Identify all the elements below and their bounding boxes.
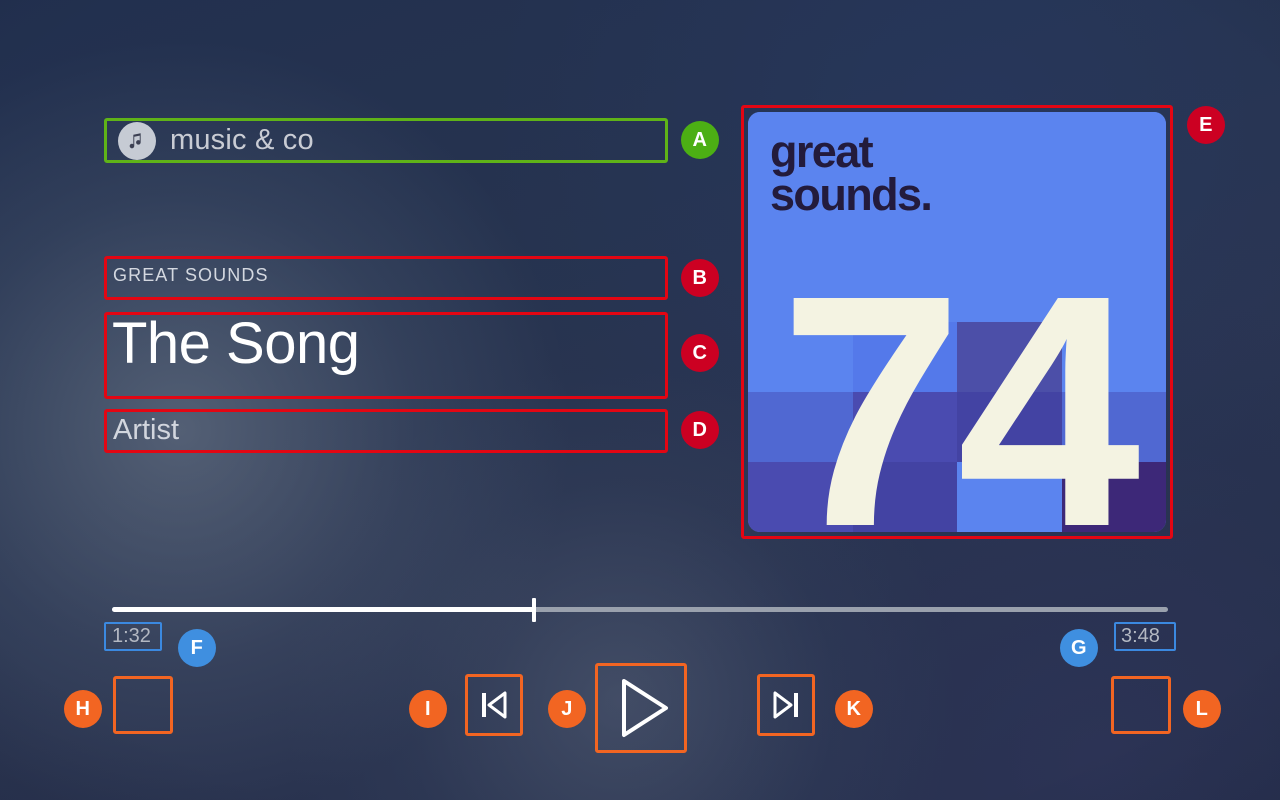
album-art-brand-line2: sounds. <box>770 169 933 220</box>
annotation-badge-J: J <box>548 690 586 728</box>
album-label: GREAT SOUNDS <box>113 265 269 285</box>
progress-bar-fill <box>112 607 534 612</box>
annotation-badge-A: A <box>681 121 719 159</box>
annotation-badge-I: I <box>409 690 447 728</box>
play-icon <box>606 673 676 743</box>
annotation-badge-C: C <box>681 334 719 372</box>
progress-bar[interactable] <box>112 598 1168 622</box>
progress-bar-handle[interactable] <box>532 598 536 622</box>
album-art-brand: great sounds. <box>770 126 933 220</box>
annotation-badge-K: K <box>835 690 873 728</box>
album-art-tile <box>957 112 1062 182</box>
music-note-icon <box>118 121 156 160</box>
album-art-number: 74 <box>779 226 1140 533</box>
annotation-badge-L: L <box>1183 690 1221 728</box>
album-art-brand-line1: great <box>770 126 874 177</box>
previous-track-icon <box>474 685 514 725</box>
annotation-badge-D: D <box>681 411 719 449</box>
annotation-badge-B: B <box>681 259 719 297</box>
track-title: The Song <box>112 311 360 376</box>
search-input-value[interactable]: music & co <box>170 124 314 157</box>
repeat-button[interactable] <box>1111 676 1171 734</box>
album-art-tile <box>1061 112 1166 182</box>
annotation-badge-H: H <box>64 690 102 728</box>
shuffle-button[interactable] <box>113 676 173 734</box>
next-track-icon <box>766 685 806 725</box>
album-art[interactable]: great sounds. 74 <box>748 112 1166 532</box>
annotation-badge-E: E <box>1187 106 1225 144</box>
annotation-badge-G: G <box>1060 629 1098 667</box>
total-time: 3:48 <box>1121 625 1160 647</box>
current-time: 1:32 <box>112 625 151 647</box>
play-button[interactable] <box>595 663 687 753</box>
artist-name: Artist <box>113 414 180 446</box>
previous-button[interactable] <box>465 674 523 736</box>
next-button[interactable] <box>757 674 815 736</box>
annotation-badge-F: F <box>178 629 216 667</box>
search-field[interactable]: music & co <box>104 118 668 163</box>
